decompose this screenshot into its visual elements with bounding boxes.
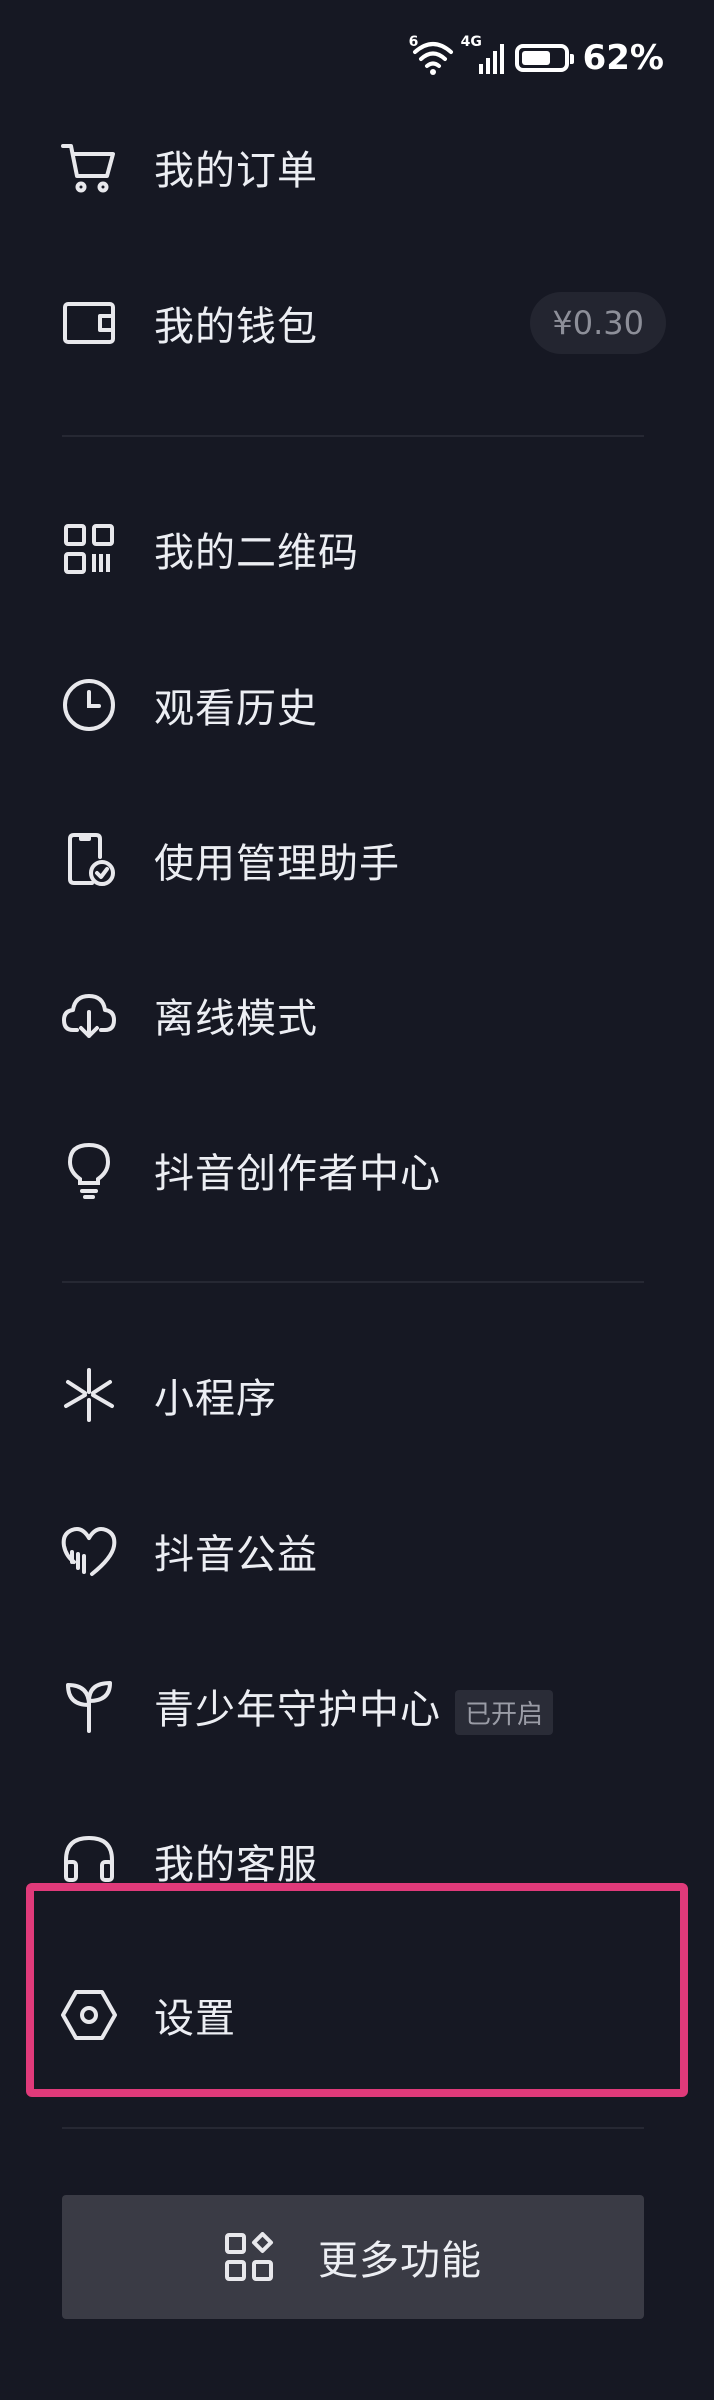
settings-highlight-box [26, 1883, 688, 2097]
cloud-download-icon [60, 986, 118, 1044]
menu-item-offline-mode[interactable]: 离线模式 [0, 950, 714, 1080]
grid-shapes-icon [224, 2232, 274, 2282]
menu-item-wallet[interactable]: 我的钱包 ¥0.30 [0, 258, 714, 388]
phone-check-icon [60, 831, 118, 889]
wallet-balance-badge: ¥0.30 [530, 292, 666, 354]
wallet-icon [60, 294, 118, 352]
cellular-signal-icon: 4G [461, 34, 507, 78]
menu-label: 小程序 [154, 1376, 277, 1422]
menu-item-creator-center[interactable]: 抖音创作者中心 [0, 1105, 714, 1235]
battery-icon [514, 44, 574, 72]
clock-icon [60, 676, 118, 734]
menu-item-qrcode[interactable]: 我的二维码 [0, 484, 714, 614]
cart-icon [60, 138, 118, 196]
menu-item-usage-assistant[interactable]: 使用管理助手 [0, 795, 714, 925]
menu-label: 我的订单 [154, 148, 318, 194]
menu-item-mini-programs[interactable]: 小程序 [0, 1330, 714, 1460]
more-features-label: 更多功能 [318, 2238, 482, 2284]
menu-label: 我的二维码 [154, 530, 359, 576]
menu-label: 观看历史 [154, 686, 318, 732]
lightbulb-icon [60, 1141, 118, 1199]
menu-item-history[interactable]: 观看历史 [0, 640, 714, 770]
asterisk-icon [60, 1366, 118, 1424]
wifi-icon: 6 [409, 34, 455, 78]
heart-hands-icon [60, 1522, 118, 1580]
more-features-button[interactable]: 更多功能 [62, 2195, 644, 2319]
menu-label: 抖音公益 [154, 1532, 318, 1578]
menu-label: 离线模式 [154, 996, 318, 1042]
menu-item-orders[interactable]: 我的订单 [0, 102, 714, 232]
menu-label: 抖音创作者中心 [154, 1151, 441, 1197]
menu-label: 我的钱包 [154, 304, 318, 350]
menu-label: 我的客服 [154, 1842, 318, 1888]
menu-label: 使用管理助手 [154, 841, 400, 887]
battery-percent: 62% [582, 38, 664, 78]
menu-label: 青少年守护中心 已开启 [154, 1677, 554, 1735]
divider [62, 435, 644, 437]
menu-item-charity[interactable]: 抖音公益 [0, 1486, 714, 1616]
menu-item-youth-protection[interactable]: 青少年守护中心 已开启 [0, 1641, 714, 1771]
headset-icon [60, 1832, 118, 1890]
status-tag: 已开启 [455, 1689, 554, 1735]
sprout-icon [60, 1677, 118, 1735]
qrcode-icon [60, 520, 118, 578]
status-bar: 6 4G 62% [409, 30, 664, 86]
divider [62, 2127, 644, 2129]
divider [62, 1281, 644, 1283]
